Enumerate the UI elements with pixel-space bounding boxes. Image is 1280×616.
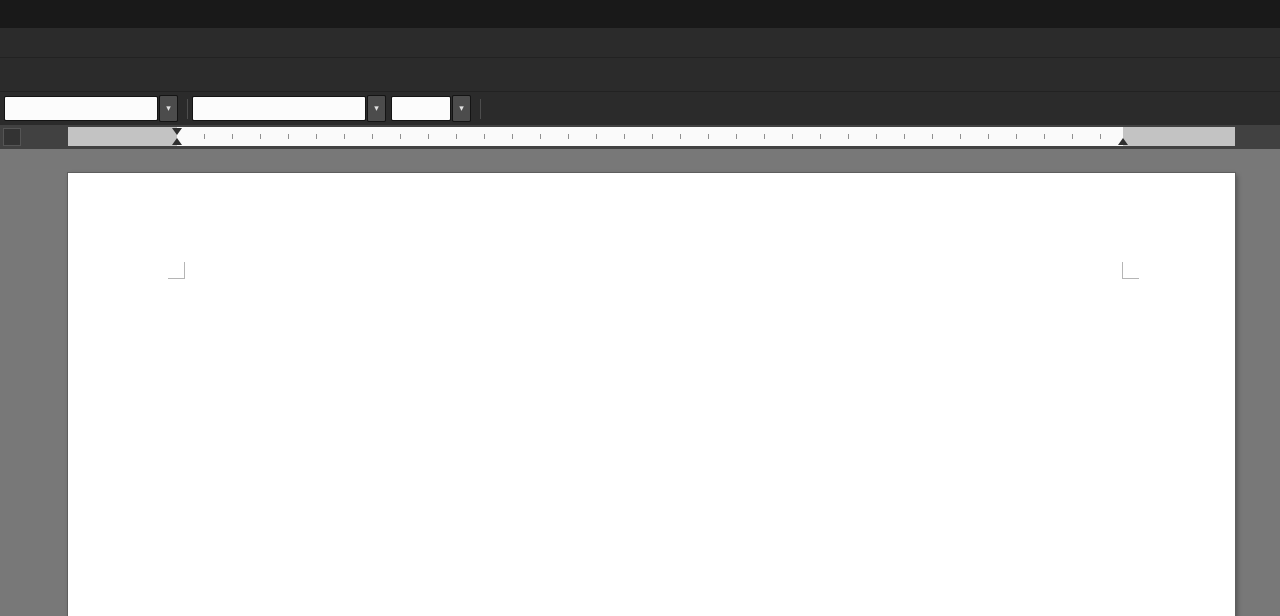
libreoffice-writer-window: ▾ ▾ ▾ — [0, 0, 1280, 616]
toolbar-separator — [187, 98, 188, 119]
paragraph-style-input[interactable] — [4, 96, 158, 121]
font-name-input[interactable] — [192, 96, 366, 121]
menubar — [0, 28, 1280, 58]
right-indent-marker[interactable] — [1118, 138, 1128, 145]
chevron-down-icon: ▾ — [166, 103, 171, 113]
text-boundary-mark-right — [1122, 262, 1139, 279]
paragraph-style-dropdown[interactable]: ▾ — [159, 95, 178, 122]
left-indent-marker[interactable] — [172, 138, 182, 145]
horizontal-ruler[interactable] — [0, 125, 1280, 149]
titlebar — [0, 0, 1280, 28]
font-size-dropdown[interactable]: ▾ — [452, 95, 471, 122]
formatting-toolbar: ▾ ▾ ▾ — [0, 92, 1280, 126]
page[interactable] — [68, 173, 1235, 616]
paragraph-style-combo: ▾ — [4, 95, 178, 122]
ruler-strip — [68, 127, 1235, 146]
chevron-down-icon: ▾ — [459, 103, 464, 113]
first-line-indent-marker[interactable] — [172, 128, 182, 135]
font-name-combo: ▾ — [192, 95, 386, 122]
text-boundary-mark-left — [168, 262, 185, 279]
font-size-combo: ▾ — [391, 95, 471, 122]
tab-stop-selector[interactable] — [3, 128, 21, 146]
chevron-down-icon: ▾ — [374, 103, 379, 113]
document-area[interactable] — [0, 149, 1280, 616]
standard-toolbar — [0, 58, 1280, 92]
font-size-input[interactable] — [391, 96, 451, 121]
font-name-dropdown[interactable]: ▾ — [367, 95, 386, 122]
toolbar-separator — [480, 98, 481, 119]
ruler-ticks — [177, 134, 1123, 139]
